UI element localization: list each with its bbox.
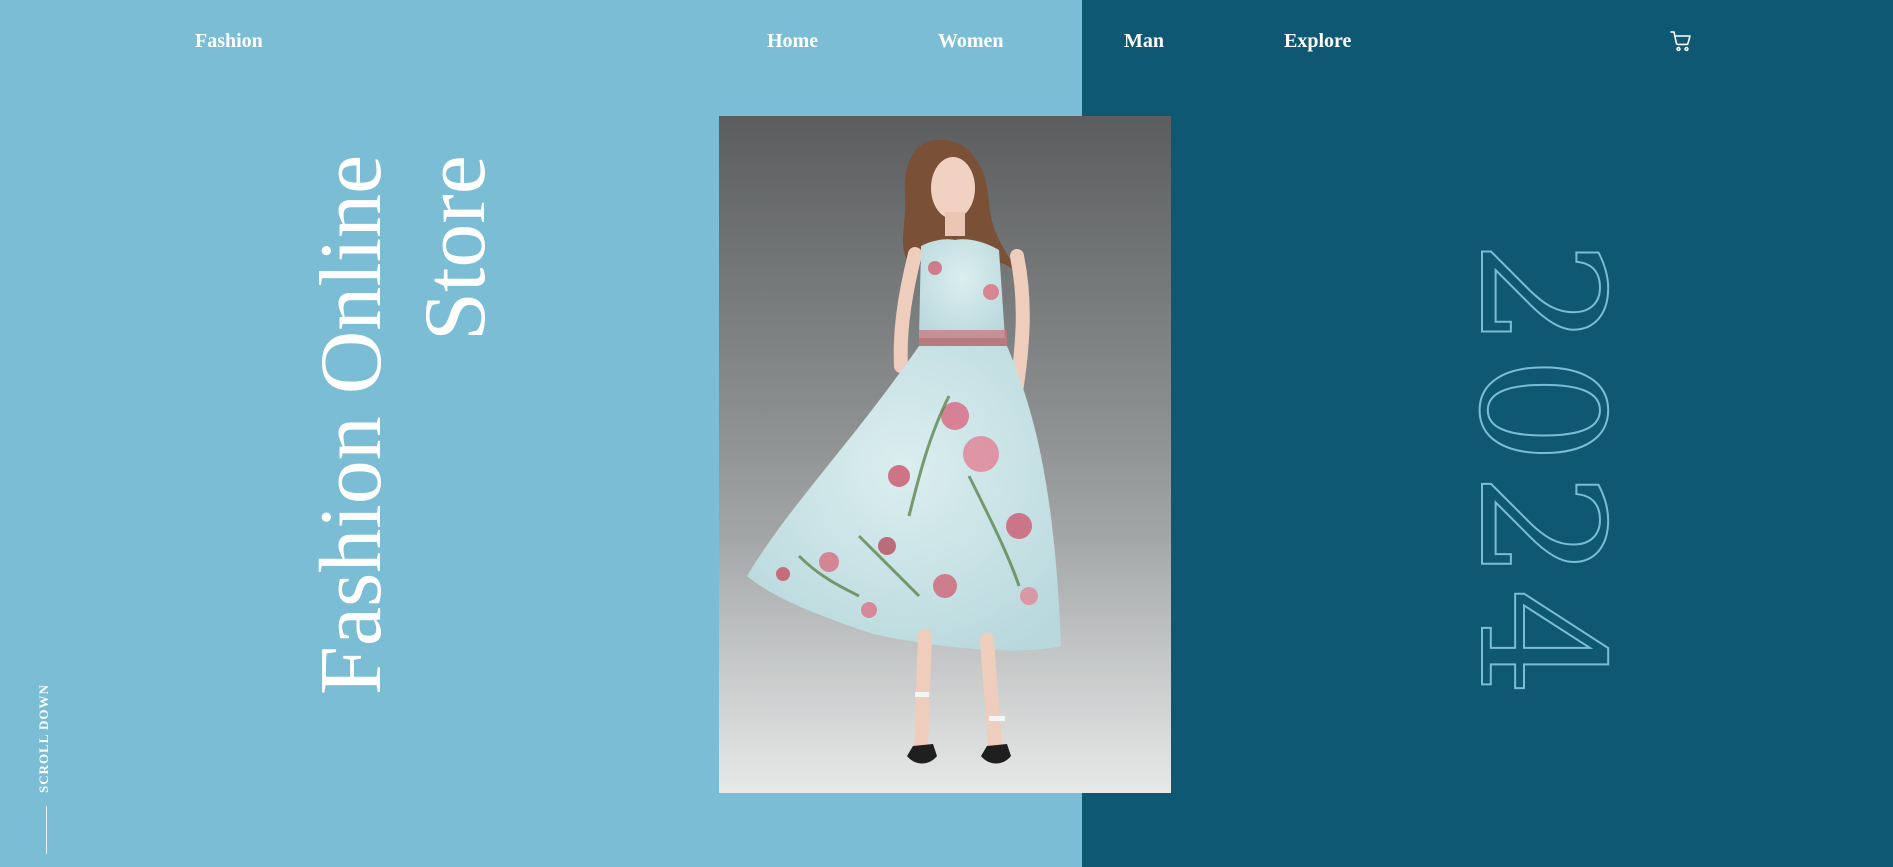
shopping-cart-icon: [1670, 31, 1691, 52]
year-outline: 2024: [1440, 239, 1640, 706]
hero-title-line-1: Fashion Online: [303, 155, 400, 696]
nav-man[interactable]: Man: [1124, 30, 1164, 53]
scroll-line: [46, 806, 47, 854]
nav-home[interactable]: Home: [767, 30, 818, 53]
hero-title: Fashion Online Store: [300, 155, 504, 710]
nav-women[interactable]: Women: [938, 30, 1004, 53]
main-nav: Home Women Man Explore: [0, 30, 1893, 60]
hero-image: [719, 116, 1171, 793]
cart-button[interactable]: [1669, 29, 1693, 53]
scroll-down-link[interactable]: SCROLL DOWN: [36, 668, 56, 793]
nav-explore[interactable]: Explore: [1284, 30, 1351, 53]
model-illustration: [719, 139, 1171, 793]
hero-title-line-2: Store: [407, 155, 504, 341]
